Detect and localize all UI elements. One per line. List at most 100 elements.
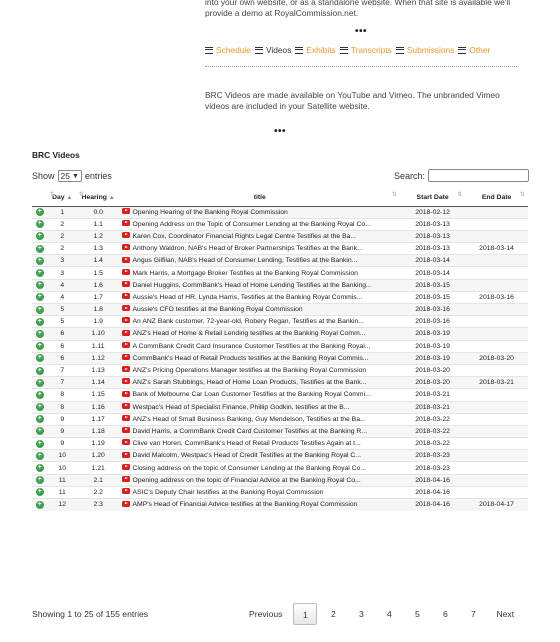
expand-plus-icon[interactable]: + — [35, 244, 44, 253]
table-row[interactable]: +10 1.21 Closing address on the topic of C… — [32, 461, 528, 475]
expand-cell[interactable]: + — [32, 363, 48, 377]
title-cell[interactable]: Opening Hearing of the Banking Royal Com… — [119, 205, 401, 219]
video-title-link[interactable]: Aussie's Head of HR, Lynda Harris, Testi… — [133, 294, 363, 301]
expand-plus-icon[interactable]: + — [35, 293, 44, 302]
table-row[interactable]: +9 1.18 David Harris, a CommBank Credit Ca… — [32, 424, 528, 438]
expand-plus-icon[interactable]: + — [35, 232, 44, 241]
table-row[interactable]: +5 1.8 Aussie's CFO testifies at the Banki… — [32, 302, 528, 316]
page-button-6[interactable]: 6 — [431, 603, 459, 625]
title-cell[interactable]: Clive van Horen, CommBank's Head of Reta… — [119, 437, 401, 450]
nav-item-transcripts[interactable]: Transcripts — [339, 45, 392, 55]
table-row[interactable]: +9 1.17 ANZ's Head of Small Business Banki… — [32, 412, 528, 426]
title-cell[interactable]: ANZ's Head of Small Business Banking, Gu… — [119, 412, 401, 426]
title-cell[interactable]: An ANZ Bank customer, 72-year-old, Rober… — [119, 315, 401, 328]
video-title-link[interactable]: Opening Address on the Topic of Consumer… — [133, 221, 371, 228]
table-row[interactable]: +10 1.20 David Malcolm, Westpac's Head of … — [32, 449, 528, 462]
expand-plus-icon[interactable]: + — [35, 220, 44, 229]
table-row[interactable]: +11 2.2 ASIC's Deputy Chair testifies at t… — [32, 485, 528, 499]
video-title-link[interactable]: ASIC's Deputy Chair testifies at the Ban… — [133, 489, 324, 496]
expand-plus-icon[interactable]: + — [35, 281, 44, 290]
expand-cell[interactable]: + — [32, 217, 48, 231]
title-cell[interactable]: CommBank's Head of Retail Products testi… — [119, 351, 401, 365]
expand-plus-icon[interactable]: + — [35, 464, 44, 473]
expand-cell[interactable]: + — [32, 473, 48, 487]
expand-cell[interactable]: + — [32, 266, 48, 280]
video-title-link[interactable]: ANZ's Sarah Stubbings, Head of Home Loan… — [133, 379, 367, 386]
page-button-1[interactable]: 1 — [293, 603, 318, 625]
expand-plus-icon[interactable]: + — [35, 366, 44, 375]
expand-plus-icon[interactable]: + — [35, 500, 44, 509]
column-header-day[interactable]: ⇅ Day ▲ — [47, 190, 77, 207]
video-title-link[interactable]: ANZ's Head of Home & Retail Lending test… — [133, 330, 366, 337]
video-title-link[interactable]: Aussie's CFO testifies at the Banking Ro… — [133, 306, 303, 313]
page-button-2[interactable]: 2 — [319, 603, 347, 625]
expand-plus-icon[interactable]: + — [35, 256, 44, 265]
expand-plus-icon[interactable]: + — [35, 439, 44, 448]
title-cell[interactable]: David Malcolm, Westpac's Head of Credit … — [119, 449, 401, 462]
title-cell[interactable]: Mark Harris, a Mortgage Broker Testifies… — [119, 266, 401, 280]
expand-plus-icon[interactable]: + — [35, 451, 44, 460]
table-row[interactable]: +4 1.7 Aussie's Head of HR, Lynda Harris, … — [32, 290, 528, 304]
entries-select[interactable]: 25 ▼ — [57, 170, 82, 182]
video-title-link[interactable]: Karen Cox, Coordinator Financial Rights … — [133, 233, 357, 240]
title-cell[interactable]: Aussie's Head of HR, Lynda Harris, Testi… — [119, 290, 401, 304]
video-title-link[interactable]: David Harris, a CommBank Credit Card Cus… — [133, 428, 367, 435]
table-row[interactable]: +2 1.1 Opening Address on the Topic of Con… — [32, 217, 528, 231]
title-cell[interactable]: Opening address on the topic of Financia… — [119, 473, 401, 487]
table-row[interactable]: +8 1.16 Westpac's Head of Specialist Finan… — [32, 400, 528, 414]
title-cell[interactable]: Daniel Huggins, CommBank's Head of Home … — [119, 278, 401, 292]
expand-plus-icon[interactable]: + — [35, 208, 44, 217]
expand-plus-icon[interactable]: + — [35, 427, 44, 436]
video-title-link[interactable]: ANZ's Pricing Operations Manager testifi… — [133, 367, 367, 374]
table-row[interactable]: +6 1.11 A CommBank Credit Card Insurance C… — [32, 339, 528, 353]
video-title-link[interactable]: CommBank's Head of Retail Products testi… — [133, 355, 369, 362]
column-header-end-date[interactable]: End Date ⇅ — [465, 190, 528, 207]
expand-cell[interactable]: + — [32, 205, 48, 219]
expand-plus-icon[interactable]: + — [35, 378, 44, 387]
expand-cell[interactable]: + — [32, 327, 48, 341]
title-cell[interactable]: Karen Cox, Coordinator Financial Rights … — [119, 229, 401, 243]
expand-cell[interactable]: + — [32, 242, 48, 255]
next-button[interactable]: Next — [487, 603, 523, 625]
nav-item-schedule[interactable]: Schedule — [205, 45, 251, 55]
expand-cell[interactable]: + — [32, 229, 48, 243]
expand-cell[interactable]: + — [32, 278, 48, 292]
table-row[interactable]: +7 1.14 ANZ's Sarah Stubbings, Head of Hom… — [32, 376, 528, 389]
video-title-link[interactable]: Opening Hearing of the Banking Royal Com… — [133, 209, 288, 216]
expand-plus-icon[interactable]: + — [35, 390, 44, 399]
video-title-link[interactable]: An ANZ Bank customer, 72-year-old, Rober… — [133, 318, 364, 325]
table-row[interactable]: +9 1.19 Clive van Horen, CommBank's Head o… — [32, 437, 528, 450]
page-button-4[interactable]: 4 — [375, 603, 403, 625]
expand-plus-icon[interactable]: + — [35, 329, 44, 338]
video-title-link[interactable]: David Malcolm, Westpac's Head of Credit … — [133, 452, 361, 459]
title-cell[interactable]: Opening Address on the Topic of Consumer… — [119, 217, 401, 231]
video-title-link[interactable]: Clive van Horen, CommBank's Head of Reta… — [133, 440, 361, 447]
video-title-link[interactable]: ANZ's Head of Small Business Banking, Gu… — [133, 416, 366, 423]
video-title-link[interactable]: Daniel Huggins, CommBank's Head of Home … — [133, 282, 372, 289]
title-cell[interactable]: Aussie's CFO testifies at the Banking Ro… — [119, 302, 401, 316]
expand-plus-icon[interactable]: + — [35, 305, 44, 314]
table-row[interactable]: +3 1.5 Mark Harris, a Mortgage Broker Test… — [32, 266, 528, 280]
video-title-link[interactable]: Anthony Waldron, NAB's Head of Broker Pa… — [133, 245, 363, 252]
expand-cell[interactable]: + — [32, 424, 48, 438]
expand-cell[interactable]: + — [32, 485, 48, 499]
column-header-title[interactable]: title ⇅ — [119, 190, 401, 207]
table-row[interactable]: +6 1.12 CommBank's Head of Retail Products… — [32, 351, 528, 365]
expand-cell[interactable]: + — [32, 449, 48, 462]
expand-plus-icon[interactable]: + — [35, 488, 44, 497]
table-row[interactable]: +2 1.2 Karen Cox, Coordinator Financial Ri… — [32, 229, 528, 243]
title-cell[interactable]: David Harris, a CommBank Credit Card Cus… — [119, 424, 401, 438]
title-cell[interactable]: Closing address on the topic of Consumer… — [119, 461, 401, 475]
column-header-start-date[interactable]: Start Date ⇅ — [400, 190, 466, 207]
video-title-link[interactable]: AMP's Head of Financial Advice testifies… — [133, 501, 358, 508]
expand-cell[interactable]: + — [32, 437, 48, 450]
table-row[interactable]: +8 1.15 Bank of Melbourne Car Loan Custome… — [32, 388, 528, 401]
table-row[interactable]: +5 1.9 An ANZ Bank customer, 72-year-old, … — [32, 315, 528, 328]
expand-cell[interactable]: + — [32, 315, 48, 328]
expand-plus-icon[interactable]: + — [35, 342, 44, 351]
expand-plus-icon[interactable]: + — [35, 403, 44, 412]
table-row[interactable]: +11 2.1 Opening address on the topic of Fi… — [32, 473, 528, 487]
table-row[interactable]: +4 1.6 Daniel Huggins, CommBank's Head of … — [32, 278, 528, 292]
table-row[interactable]: +12 2.3 AMP's Head of Financial Advice tes… — [32, 497, 528, 511]
title-cell[interactable]: ANZ's Head of Home & Retail Lending test… — [119, 327, 401, 341]
